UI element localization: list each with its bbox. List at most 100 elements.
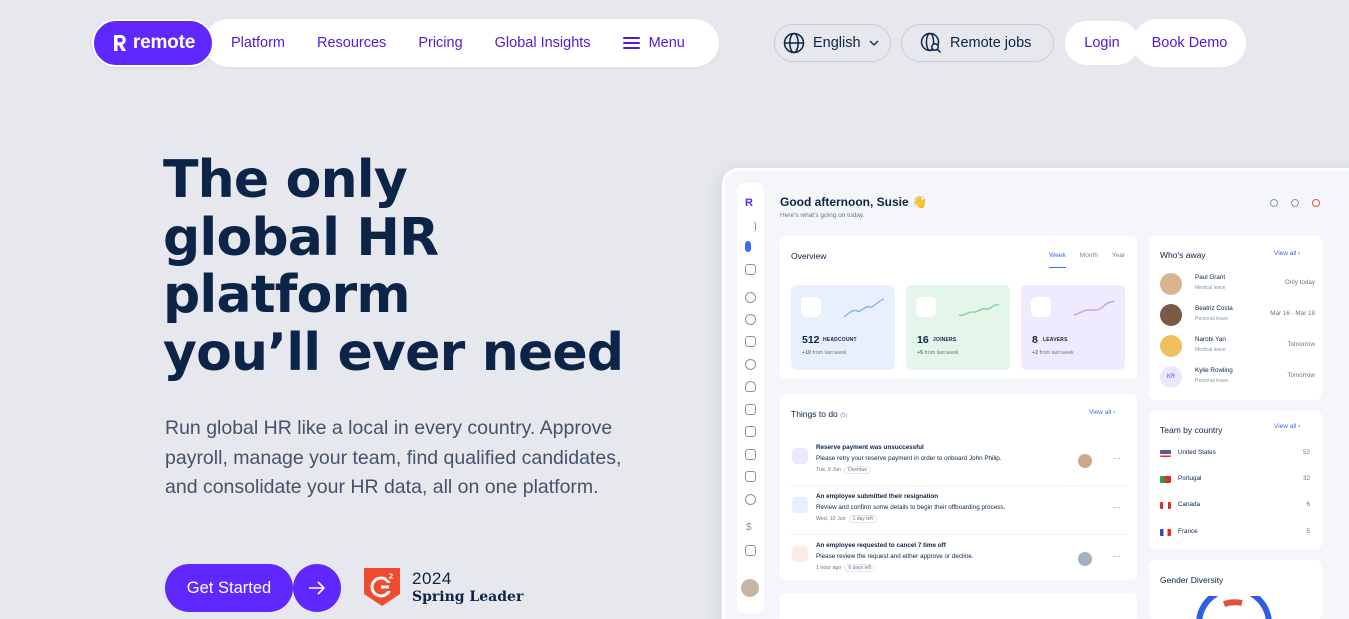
- stat-delta: +5 from last week: [917, 350, 959, 356]
- badge-year: 2024: [412, 568, 452, 588]
- person-name: Paul Grant: [1195, 274, 1226, 281]
- person-name: Narobi Yan: [1195, 336, 1226, 343]
- person-status: Medical leave: [1195, 285, 1226, 291]
- heart-icon: [745, 381, 756, 392]
- tab-month[interactable]: Month: [1080, 252, 1098, 268]
- hero-subtitle: Run global HR like a local in every coun…: [165, 417, 622, 498]
- wallet-icon: [745, 545, 756, 556]
- more-icon[interactable]: ···: [1113, 552, 1121, 561]
- secondary-nav: English Remote jobs Login Book Demo: [774, 19, 1246, 67]
- hero-title-line: The only: [163, 150, 408, 210]
- nav-link-resources[interactable]: Resources: [301, 35, 402, 51]
- things-to-do-card: Things to do (5) View all › Reserve paym…: [780, 394, 1137, 580]
- badge-icon: [745, 449, 756, 460]
- help-icon: [1291, 199, 1299, 207]
- todo-item[interactable]: Reserve payment was unsuccessful Please …: [790, 440, 1127, 486]
- login-button[interactable]: Login: [1065, 21, 1139, 65]
- people-icon: [745, 292, 756, 303]
- get-started-arrow-button[interactable]: [293, 564, 341, 612]
- todo-item-desc: Please review the request and either app…: [816, 553, 974, 560]
- trend-line: [1073, 300, 1115, 316]
- todo-item-title: Reserve payment was unsuccessful: [816, 444, 924, 451]
- primary-nav: remote Platform Resources Pricing Global…: [92, 19, 719, 67]
- headcount-icon: [801, 297, 821, 317]
- away-view-all-link[interactable]: View all ›: [1274, 250, 1300, 257]
- away-person[interactable]: Narobi Yan Medical leave Tomorrow: [1160, 333, 1315, 363]
- todo-item-desc: Review and confirm some details to begin…: [816, 504, 1006, 511]
- person-date: Tomorrow: [1287, 341, 1315, 348]
- away-person[interactable]: Beatriz Costa Personal leave Mar 16 - Ma…: [1160, 302, 1315, 332]
- language-selector[interactable]: English: [774, 24, 891, 62]
- todo-item[interactable]: An employee requested to cancel 7 time o…: [790, 538, 1127, 584]
- sidebar-logo-icon: R: [745, 197, 753, 209]
- person-date: Only today: [1284, 279, 1315, 286]
- avatar: [1160, 304, 1182, 326]
- trend-line: [958, 303, 1000, 317]
- stat-delta: +10 from last week: [802, 350, 847, 356]
- person-status: Personal leave: [1195, 378, 1229, 384]
- avatar: [1078, 454, 1092, 468]
- more-icon[interactable]: ···: [1113, 503, 1121, 512]
- stat-label: HEADCOUNT: [823, 337, 857, 343]
- nav-link-platform[interactable]: Platform: [231, 35, 301, 51]
- gender-diversity-card: Gender Diversity: [1149, 560, 1322, 619]
- country-row: France 5: [1160, 527, 1310, 541]
- trend-line: [843, 298, 885, 318]
- country-name: United States: [1178, 449, 1216, 456]
- country-name: Portugal: [1178, 475, 1202, 482]
- get-started-button[interactable]: Get Started: [165, 564, 293, 612]
- todo-item-title: An employee requested to cancel 7 time o…: [816, 542, 946, 549]
- todo-title: Things to do (5): [791, 409, 848, 419]
- remote-jobs-button[interactable]: Remote jobs: [901, 24, 1054, 62]
- country-row: Canada 6: [1160, 500, 1310, 514]
- search-icon: [1270, 199, 1278, 207]
- dashboard-greeting: Good afternoon, Susie 👋: [780, 195, 927, 209]
- joiners-icon: [916, 297, 936, 317]
- away-person[interactable]: Paul Grant Medical leave Only today: [1160, 271, 1315, 301]
- country-view-all-link[interactable]: View all ›: [1274, 423, 1300, 430]
- tab-year[interactable]: Year: [1112, 252, 1125, 268]
- country-name: France: [1178, 528, 1198, 535]
- chevron-down-icon: [869, 40, 879, 46]
- nav-link-global-insights[interactable]: Global Insights: [479, 35, 607, 51]
- gender-title: Gender Diversity: [1160, 575, 1224, 585]
- user-avatar: [741, 579, 759, 597]
- away-person[interactable]: KR Kylie Rowling Personal leave Tomorrow: [1160, 364, 1315, 394]
- brand-name: remote: [132, 32, 196, 53]
- todo-item-meta: 1 hour ago 6 days left: [816, 564, 876, 572]
- country-count: 6: [1306, 501, 1310, 508]
- book-demo-button[interactable]: Book Demo: [1133, 19, 1246, 67]
- nav-links: Platform Resources Pricing Global Insigh…: [204, 19, 719, 67]
- tab-week[interactable]: Week: [1049, 252, 1066, 268]
- person-name: Kylie Rowling: [1195, 367, 1233, 374]
- inbox-icon: [745, 264, 756, 275]
- language-label: English: [813, 35, 861, 51]
- stat-delta: +2 from last week: [1032, 350, 1074, 356]
- menu-button[interactable]: Menu: [607, 35, 701, 51]
- collapse-icon: [745, 221, 756, 232]
- time-off-icon: [792, 546, 808, 562]
- todo-item[interactable]: An employee submitted their resignation …: [790, 489, 1127, 535]
- person-status: Medical leave: [1195, 347, 1226, 353]
- hero-title-line: global HR: [163, 207, 439, 268]
- country-row: Portugal 32: [1160, 474, 1310, 488]
- clock-icon: [745, 359, 756, 370]
- svg-text:2: 2: [389, 573, 394, 581]
- country-count: 5: [1306, 528, 1310, 535]
- database-icon: [745, 426, 756, 437]
- remote-logo[interactable]: remote: [92, 19, 214, 67]
- nav-link-pricing[interactable]: Pricing: [402, 35, 478, 51]
- arrow-right-icon: [309, 581, 326, 595]
- more-icon[interactable]: ···: [1113, 454, 1121, 463]
- badge-label: Spring Leader: [412, 588, 524, 605]
- person-date: Tomorrow: [1287, 372, 1315, 379]
- todo-view-all-link[interactable]: View all ›: [1089, 409, 1115, 416]
- todo-item-meta: Tue, 9 Jun Overdue: [816, 466, 872, 474]
- todo-item-desc: Please retry your reserve payment in ord…: [816, 455, 1002, 462]
- avatar: [1160, 273, 1182, 295]
- g2-badge: 2 2024 Spring Leader: [362, 566, 523, 608]
- portugal-flag-icon: [1160, 476, 1171, 483]
- stat-leavers: 8 LEAVERS +2 from last week: [1021, 285, 1125, 370]
- dashboard-preview: R $ Good afternoon, Susie 👋 Here's what'…: [722, 168, 1349, 619]
- hero-title-line: you’ll ever need: [163, 322, 624, 383]
